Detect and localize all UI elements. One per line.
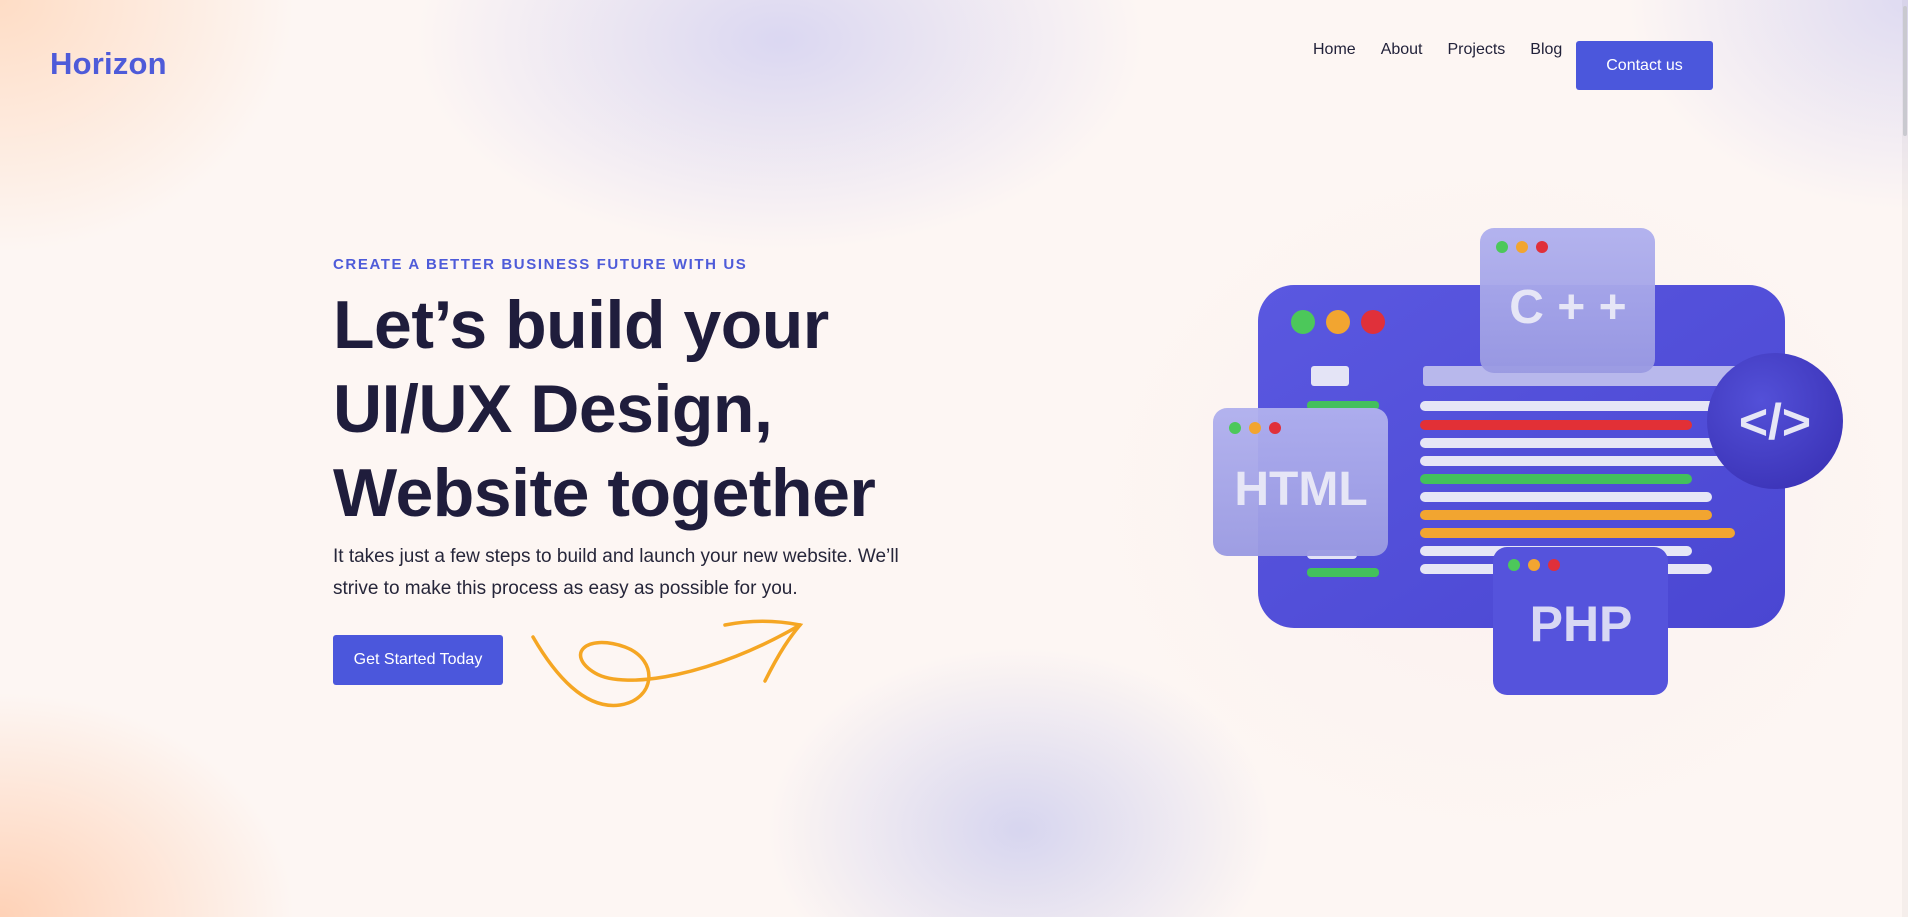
nav-link-projects[interactable]: Projects <box>1448 41 1506 59</box>
code-badge: </> <box>1707 353 1843 489</box>
html-window: HTML <box>1213 408 1388 556</box>
brand-logo[interactable]: Horizon <box>50 46 167 82</box>
cpp-label: C + + <box>1509 281 1626 334</box>
scrollbar-thumb[interactable] <box>1903 6 1907 136</box>
php-label: PHP <box>1530 596 1633 652</box>
hero-eyebrow: CREATE A BETTER BUSINESS FUTURE WITH US <box>333 256 748 273</box>
hero-subtext: It takes just a few steps to build and l… <box>333 546 899 599</box>
contact-us-button[interactable]: Contact us <box>1576 41 1713 90</box>
cpp-window: C + + <box>1480 228 1655 373</box>
headline-line-2: UI/UX Design, <box>333 371 773 447</box>
html-label: HTML <box>1234 463 1367 516</box>
hero-section: CREATE A BETTER BUSINESS FUTURE WITH US … <box>333 256 973 605</box>
code-badge-label: </> <box>1739 394 1811 450</box>
nav-link-blog[interactable]: Blog <box>1530 41 1562 59</box>
headline-line-1: Let’s build your <box>333 287 829 363</box>
php-window: PHP <box>1493 547 1668 695</box>
hero-headline: Let’s build your UI/UX Design, Website t… <box>333 283 973 535</box>
site-header: Horizon Home About Projects Blog Contact… <box>0 0 1908 130</box>
get-started-button[interactable]: Get Started Today <box>333 635 503 685</box>
nav-link-about[interactable]: About <box>1381 41 1423 59</box>
nav-link-home[interactable]: Home <box>1313 41 1356 59</box>
page-scrollbar[interactable] <box>1902 0 1908 917</box>
decorative-arrow-icon <box>531 619 804 708</box>
headline-line-3: Website together <box>333 455 876 531</box>
main-nav: Home About Projects Blog <box>1313 41 1587 59</box>
code-illustration: C + + </> HTML PHP <box>1213 228 1843 695</box>
